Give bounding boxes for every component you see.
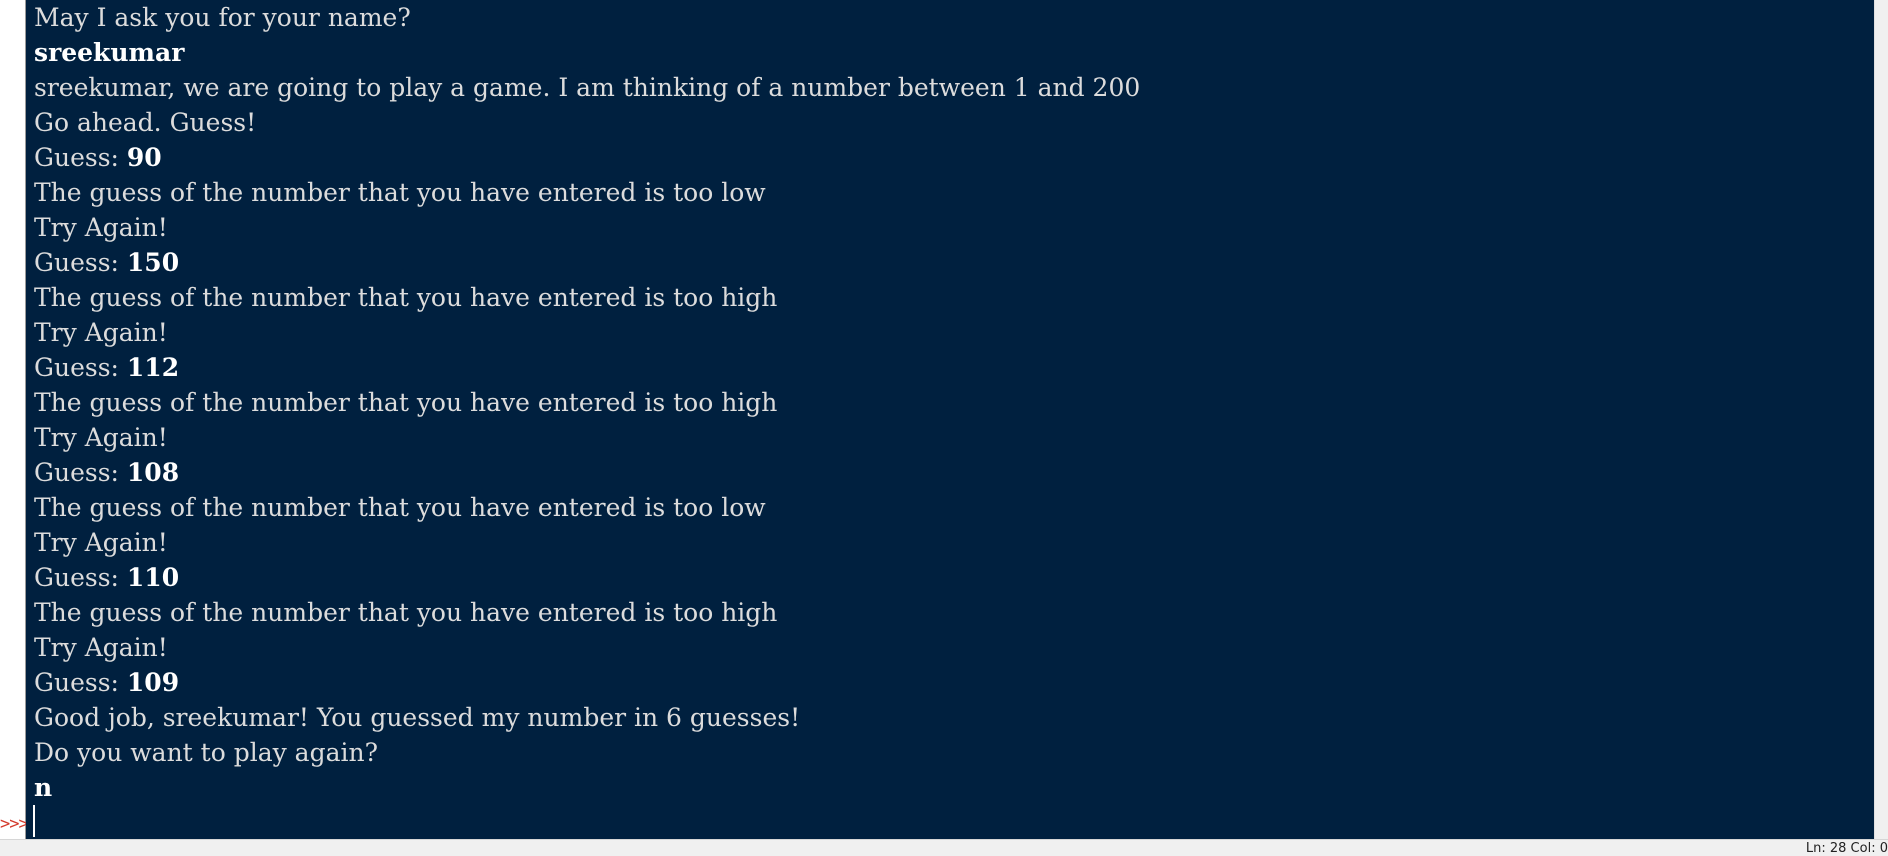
console-output-line: Go ahead. Guess! xyxy=(34,108,257,137)
console-user-input: sreekumar xyxy=(34,38,185,67)
console-output-line: Try Again! xyxy=(34,633,168,662)
guess-value: 112 xyxy=(126,353,180,382)
console-output-line: Good job, sreekumar! You guessed my numb… xyxy=(34,703,801,732)
console-output-line: sreekumar, we are going to play a game. … xyxy=(34,73,1141,102)
console-guess-line: Guess: 110 xyxy=(34,560,1874,595)
guess-prompt: Guess: xyxy=(34,458,127,487)
console-guess-line: Guess: 90 xyxy=(34,140,1874,175)
console-guess-line: Guess: 150 xyxy=(34,245,1874,280)
console-output-line: Try Again! xyxy=(34,423,168,452)
guess-prompt: Guess: xyxy=(34,668,127,697)
console-output-line: Do you want to play again? xyxy=(34,738,378,767)
text-cursor xyxy=(33,805,35,837)
guess-value: 108 xyxy=(126,458,180,487)
console-output-line: The guess of the number that you have en… xyxy=(34,493,766,522)
console-output-line: Try Again! xyxy=(34,528,168,557)
status-bar: Ln: 28 Col: 0 xyxy=(0,839,1888,856)
guess-prompt: Guess: xyxy=(34,353,127,382)
guess-prompt: Guess: xyxy=(34,563,127,592)
guess-value: 150 xyxy=(126,248,180,277)
console-user-input: n xyxy=(34,773,53,802)
cursor-position: Ln: 28 Col: 0 xyxy=(1805,841,1888,856)
shell-gutter: >>> xyxy=(0,0,29,839)
shell-prompt-marker: >>> xyxy=(0,814,29,834)
guess-value: 90 xyxy=(126,143,162,172)
guess-prompt: Guess: xyxy=(34,248,127,277)
python-shell-window: >>> May I ask you for your name? sreekuma… xyxy=(0,0,1888,856)
console-lines: May I ask you for your name? sreekumar sre… xyxy=(34,0,1874,805)
shell-console[interactable]: May I ask you for your name? sreekumar sre… xyxy=(26,0,1874,839)
console-output-line: Try Again! xyxy=(34,213,168,242)
console-output-line: The guess of the number that you have en… xyxy=(34,598,778,627)
console-guess-line: Guess: 108 xyxy=(34,455,1874,490)
console-guess-line: Guess: 112 xyxy=(34,350,1874,385)
vertical-scrollbar[interactable] xyxy=(1874,0,1888,839)
guess-value: 109 xyxy=(126,668,180,697)
console-output-line: May I ask you for your name? xyxy=(34,3,411,32)
guess-prompt: Guess: xyxy=(34,143,127,172)
console-output-line: Try Again! xyxy=(34,318,168,347)
guess-value: 110 xyxy=(126,563,180,592)
console-output-line: The guess of the number that you have en… xyxy=(34,283,778,312)
console-guess-line: Guess: 109 xyxy=(34,665,1874,700)
console-output-line: The guess of the number that you have en… xyxy=(34,178,766,207)
console-output-line: The guess of the number that you have en… xyxy=(34,388,778,417)
